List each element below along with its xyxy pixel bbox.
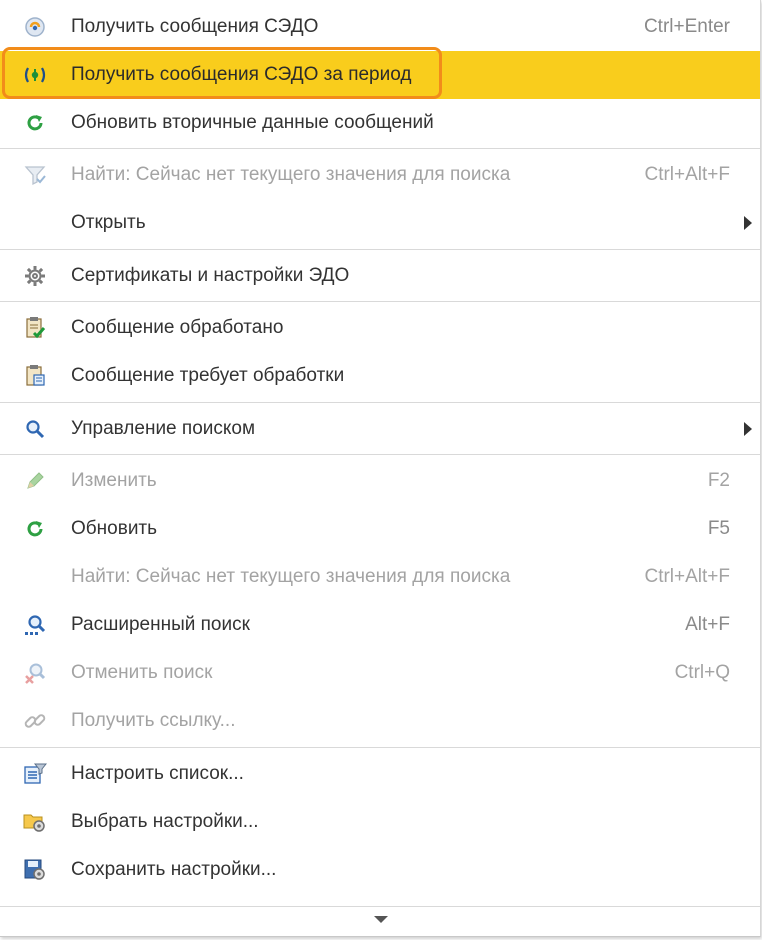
scroll-down-arrow-icon: [374, 916, 388, 923]
menu-item-label: Сертификаты и настройки ЭДО: [71, 265, 350, 286]
refresh-icon: [22, 110, 48, 136]
menu-item-shortcut: Ctrl+Q: [674, 662, 730, 683]
menu-item-configure-list[interactable]: Настроить список...: [0, 750, 760, 798]
menu-item-label: Управление поиском: [71, 418, 256, 439]
menu-separator: [0, 454, 760, 455]
menu-item-message-needs-processing[interactable]: Сообщение требует обработки: [0, 352, 760, 400]
gear-icon: [22, 263, 48, 289]
clipboard-check-icon: [22, 315, 48, 341]
menu-item-find-disabled: Найти: Сейчас нет текущего значения для …: [0, 151, 760, 199]
clipboard-list-icon: [22, 363, 48, 389]
link-icon: [22, 708, 48, 734]
menu-item-label: Обновить вторичные данные сообщений: [71, 112, 434, 133]
advanced-search-icon: [22, 612, 48, 638]
receive-messages-icon: [22, 14, 48, 40]
menu-item-shortcut: F2: [707, 470, 730, 491]
menu-item-label: Обновить: [71, 518, 158, 539]
menu-item-message-processed[interactable]: Сообщение обработано: [0, 304, 760, 352]
menu-item-open[interactable]: Открыть: [0, 199, 760, 247]
menu-item-receive-period[interactable]: Получить сообщения СЭДО за период: [0, 51, 760, 99]
menu-item-label: Настроить список...: [71, 763, 244, 784]
menu-item-label: Сообщение обработано: [71, 317, 284, 338]
menu-item-label: Выбрать настройки...: [71, 811, 259, 832]
menu-item-label: Получить сообщения СЭДО за период: [71, 64, 412, 85]
search-icon: [22, 416, 48, 442]
menu-item-label: Найти: Сейчас нет текущего значения для …: [71, 164, 511, 185]
receive-period-icon: [22, 62, 48, 88]
menu-item-label: Получить ссылку...: [71, 710, 236, 731]
menu-item-label: Открыть: [71, 212, 146, 233]
cancel-search-icon: [22, 660, 48, 686]
menu-item-label: Найти: Сейчас нет текущего значения для …: [71, 566, 511, 587]
menu-separator: [0, 747, 760, 748]
menu-item-save-settings[interactable]: Сохранить настройки...: [0, 846, 760, 894]
menu-item-shortcut: Ctrl+Alt+F: [644, 566, 730, 587]
menu-item-get-link: Получить ссылку...: [0, 697, 760, 745]
menu-item-label: Получить сообщения СЭДО: [71, 16, 319, 37]
menu-item-label: Сообщение требует обработки: [71, 365, 345, 386]
list-settings-icon: [22, 761, 48, 787]
menu-item-refresh-secondary[interactable]: Обновить вторичные данные сообщений: [0, 99, 760, 147]
menu-item-edit: Изменить F2: [0, 457, 760, 505]
menu-item-label: Изменить: [71, 470, 157, 491]
pencil-icon: [22, 468, 48, 494]
refresh-icon: [22, 516, 48, 542]
menu-item-search-management[interactable]: Управление поиском: [0, 405, 760, 453]
context-menu: Получить сообщения СЭДО Ctrl+Enter Получ…: [0, 0, 761, 937]
menu-item-cancel-search: Отменить поиск Ctrl+Q: [0, 649, 760, 697]
menu-item-find-disabled-2: Найти: Сейчас нет текущего значения для …: [0, 553, 760, 601]
submenu-arrow-icon: [744, 216, 752, 230]
filter-icon: [22, 162, 48, 188]
save-settings-icon: [22, 857, 48, 883]
menu-item-refresh[interactable]: Обновить F5: [0, 505, 760, 553]
menu-separator: [0, 301, 760, 302]
menu-separator: [0, 402, 760, 403]
submenu-arrow-icon: [744, 422, 752, 436]
menu-item-label: Сохранить настройки...: [71, 859, 277, 880]
menu-item-label: Отменить поиск: [71, 662, 213, 683]
menu-item-certificates[interactable]: Сертификаты и настройки ЭДО: [0, 252, 760, 300]
menu-item-label: Расширенный поиск: [71, 614, 250, 635]
folder-settings-icon: [22, 809, 48, 835]
menu-item-shortcut: Alt+F: [685, 614, 730, 635]
menu-item-shortcut: Ctrl+Enter: [643, 16, 730, 37]
menu-item-choose-settings[interactable]: Выбрать настройки...: [0, 798, 760, 846]
menu-separator: [0, 249, 760, 250]
menu-item-shortcut: F5: [707, 518, 730, 539]
menu-item-advanced-search[interactable]: Расширенный поиск Alt+F: [0, 601, 760, 649]
menu-item-shortcut: Ctrl+Alt+F: [644, 164, 730, 185]
menu-item-receive-messages[interactable]: Получить сообщения СЭДО Ctrl+Enter: [0, 3, 760, 51]
menu-separator: [0, 148, 760, 149]
menu-scroll-down-button[interactable]: [0, 906, 760, 935]
